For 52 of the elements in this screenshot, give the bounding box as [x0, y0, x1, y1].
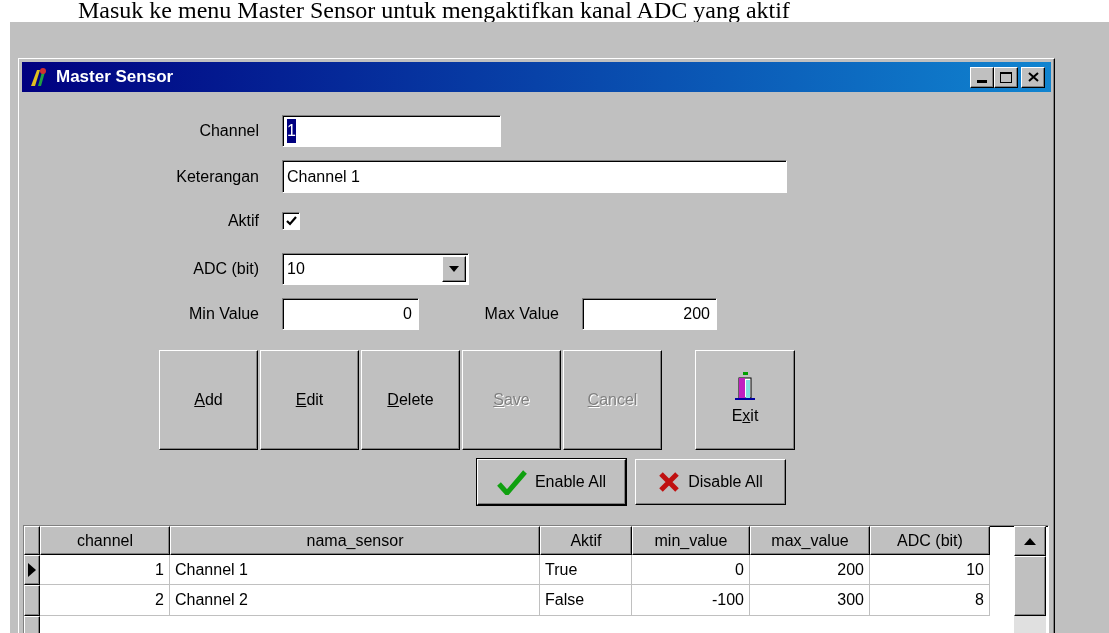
row-indicator[interactable]	[24, 555, 40, 586]
toolbar-button[interactable]: Add	[159, 350, 258, 450]
table-cell: 2	[40, 585, 170, 616]
minimize-button[interactable]	[970, 66, 994, 88]
field-label: Max Value	[484, 304, 559, 324]
table-cell: True	[540, 555, 632, 586]
table-cell: False	[540, 585, 632, 616]
maximize-icon	[1000, 71, 1012, 83]
maximize-button[interactable]	[994, 66, 1018, 88]
toolbar-button[interactable]: Edit	[260, 350, 359, 450]
column-header[interactable]: max_value	[750, 526, 870, 556]
table-cell: Channel 1	[170, 555, 540, 586]
vertical-scrollbar[interactable]	[1014, 526, 1046, 633]
x-icon	[658, 471, 681, 493]
adc-dropdown[interactable]: 10	[282, 253, 469, 285]
field-label: ADC (bit)	[193, 259, 259, 279]
table-cell: 10	[870, 555, 990, 586]
column-header[interactable]: nama_sensor	[170, 526, 540, 556]
column-header[interactable]: min_value	[632, 526, 750, 556]
column-header[interactable]: channel	[40, 526, 170, 556]
description-field[interactable]: Channel 1	[282, 160, 787, 193]
row-indicator[interactable]	[24, 585, 40, 616]
channel-field[interactable]: 1	[282, 115, 501, 147]
window-title: Master Sensor	[56, 66, 174, 89]
table-cell: 200	[750, 555, 870, 586]
scroll-up-icon	[1024, 537, 1036, 545]
table-cell: 300	[750, 585, 870, 616]
field-label: Channel	[199, 121, 259, 141]
table-cell: Channel 2	[170, 585, 540, 616]
toolbar-button[interactable]: Delete	[361, 350, 460, 450]
table-cell: 1	[40, 555, 170, 586]
enable-all-button[interactable]: Enable All	[477, 459, 626, 505]
disable-all-button[interactable]: Disable All	[635, 459, 786, 505]
checkmark-icon	[496, 469, 527, 495]
field-label: Min Value	[189, 304, 259, 324]
dropdown-arrow-icon	[449, 266, 459, 272]
column-header[interactable]: ADC (bit)	[870, 526, 990, 556]
column-header[interactable]: Aktif	[540, 526, 632, 556]
table-cell: 8	[870, 585, 990, 616]
close-button[interactable]	[1021, 66, 1045, 88]
active-checkbox[interactable]	[282, 212, 300, 230]
min-value-field[interactable]: 0	[282, 298, 419, 330]
minimize-icon	[977, 79, 987, 83]
door-icon	[735, 372, 755, 402]
exit-button[interactable]: Exit	[695, 350, 795, 450]
check-icon	[285, 216, 297, 226]
table-cell: -100	[632, 585, 750, 616]
max-value-field[interactable]: 200	[582, 298, 717, 330]
field-label: Keterangan	[176, 166, 259, 187]
field-label: Aktif	[227, 211, 259, 231]
table-cell: 0	[632, 555, 750, 586]
close-icon	[1027, 72, 1039, 82]
